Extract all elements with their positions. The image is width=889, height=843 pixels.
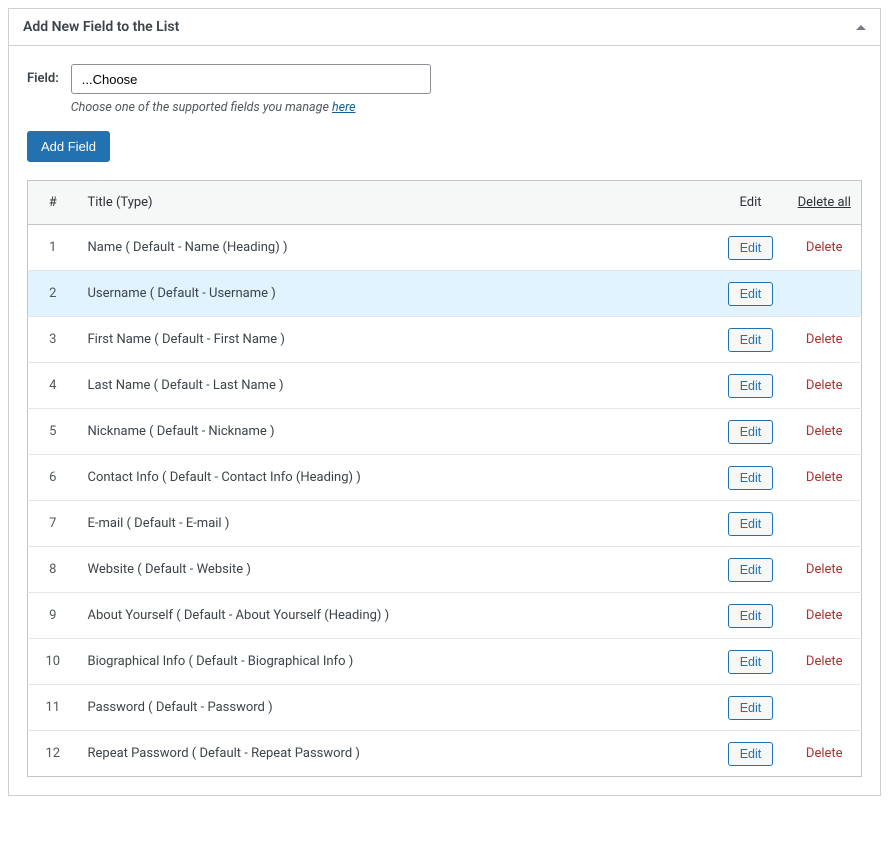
table-row: 5Nickname ( Default - Nickname ) Edit Dele… (28, 409, 862, 455)
row-edit-cell: Edit (714, 455, 788, 501)
delete-link[interactable]: Delete (806, 654, 843, 669)
row-edit-cell: Edit (714, 363, 788, 409)
row-edit-cell: Edit (714, 547, 788, 593)
field-label: Field: (27, 64, 59, 86)
row-edit-cell: Edit (714, 685, 788, 731)
field-selector-row: Field: ...Choose Choose one of the suppo… (27, 64, 862, 115)
row-delete-cell (788, 685, 862, 731)
row-delete-cell (788, 271, 862, 317)
field-select[interactable]: ...Choose (71, 64, 431, 94)
chevron-up-icon (856, 25, 866, 30)
field-hint: Choose one of the supported fields you m… (71, 100, 431, 115)
row-number: 12 (28, 731, 78, 777)
row-delete-cell: Delete (788, 363, 862, 409)
delete-link[interactable]: Delete (806, 746, 843, 761)
table-row: 10Biographical Info ( Default - Biograph… (28, 639, 862, 685)
panel-title: Add New Field to the List (23, 19, 179, 35)
row-delete-cell: Delete (788, 225, 862, 271)
edit-button[interactable]: Edit (728, 328, 774, 352)
row-number: 3 (28, 317, 78, 363)
row-number: 7 (28, 501, 78, 547)
row-title: Repeat Password ( Default - Repeat Passw… (78, 731, 714, 777)
header-delete-all[interactable]: Delete all (788, 181, 862, 225)
panel-body: Field: ...Choose Choose one of the suppo… (9, 46, 880, 795)
delete-link[interactable]: Delete (806, 470, 843, 485)
row-number: 4 (28, 363, 78, 409)
row-delete-cell: Delete (788, 317, 862, 363)
row-title: Nickname ( Default - Nickname ) (78, 409, 714, 455)
fields-table: # Title (Type) Edit Delete all 1Name ( D… (27, 180, 862, 777)
row-number: 2 (28, 271, 78, 317)
edit-button[interactable]: Edit (728, 512, 774, 536)
table-row: 1Name ( Default - Name (Heading) ) Edit De… (28, 225, 862, 271)
row-delete-cell: Delete (788, 593, 862, 639)
edit-button[interactable]: Edit (728, 604, 774, 628)
row-number: 11 (28, 685, 78, 731)
delete-link[interactable]: Delete (806, 424, 843, 439)
table-row: 3First Name ( Default - First Name ) Edit… (28, 317, 862, 363)
row-title: Password ( Default - Password ) (78, 685, 714, 731)
row-edit-cell: Edit (714, 271, 788, 317)
row-edit-cell: Edit (714, 225, 788, 271)
table-row: 9About Yourself ( Default - About Yourse… (28, 593, 862, 639)
row-title: Biographical Info ( Default - Biographic… (78, 639, 714, 685)
edit-button[interactable]: Edit (728, 558, 774, 582)
row-number: 10 (28, 639, 78, 685)
row-delete-cell (788, 501, 862, 547)
table-row: 6Contact Info ( Default - Contact Info (… (28, 455, 862, 501)
row-number: 1 (28, 225, 78, 271)
table-row: 11Password ( Default - Password ) Edit (28, 685, 862, 731)
row-title: E-mail ( Default - E-mail ) (78, 501, 714, 547)
row-title: Contact Info ( Default - Contact Info (H… (78, 455, 714, 501)
row-delete-cell: Delete (788, 455, 862, 501)
row-title: About Yourself ( Default - About Yoursel… (78, 593, 714, 639)
row-edit-cell: Edit (714, 317, 788, 363)
row-delete-cell: Delete (788, 731, 862, 777)
row-edit-cell: Edit (714, 593, 788, 639)
header-edit: Edit (714, 181, 788, 225)
table-row: 8Website ( Default - Website ) Edit Delete (28, 547, 862, 593)
header-num: # (28, 181, 78, 225)
row-delete-cell: Delete (788, 639, 862, 685)
edit-button[interactable]: Edit (728, 282, 774, 306)
row-title: Username ( Default - Username ) (78, 271, 714, 317)
row-edit-cell: Edit (714, 409, 788, 455)
table-row: 7E-mail ( Default - E-mail ) Edit (28, 501, 862, 547)
header-title: Title (Type) (78, 181, 714, 225)
row-edit-cell: Edit (714, 731, 788, 777)
table-row: 4Last Name ( Default - Last Name ) Edit De… (28, 363, 862, 409)
edit-button[interactable]: Edit (728, 742, 774, 766)
table-row: 12Repeat Password ( Default - Repeat Pas… (28, 731, 862, 777)
add-field-panel: Add New Field to the List Field: ...Choo… (8, 8, 881, 796)
hint-text: Choose one of the supported fields you m… (71, 100, 332, 115)
add-field-button[interactable]: Add Field (27, 131, 110, 162)
edit-button[interactable]: Edit (728, 236, 774, 260)
hint-link[interactable]: here (332, 100, 356, 115)
delete-link[interactable]: Delete (806, 240, 843, 255)
edit-button[interactable]: Edit (728, 420, 774, 444)
table-row: 2Username ( Default - Username ) Edit (28, 271, 862, 317)
delete-link[interactable]: Delete (806, 332, 843, 347)
delete-link[interactable]: Delete (806, 378, 843, 393)
row-number: 6 (28, 455, 78, 501)
row-delete-cell: Delete (788, 547, 862, 593)
row-title: Website ( Default - Website ) (78, 547, 714, 593)
row-title: Last Name ( Default - Last Name ) (78, 363, 714, 409)
row-edit-cell: Edit (714, 639, 788, 685)
edit-button[interactable]: Edit (728, 696, 774, 720)
row-title: First Name ( Default - First Name ) (78, 317, 714, 363)
panel-header[interactable]: Add New Field to the List (9, 9, 880, 46)
row-title: Name ( Default - Name (Heading) ) (78, 225, 714, 271)
row-edit-cell: Edit (714, 501, 788, 547)
row-number: 5 (28, 409, 78, 455)
delete-link[interactable]: Delete (806, 608, 843, 623)
row-delete-cell: Delete (788, 409, 862, 455)
edit-button[interactable]: Edit (728, 466, 774, 490)
edit-button[interactable]: Edit (728, 650, 774, 674)
row-number: 9 (28, 593, 78, 639)
row-number: 8 (28, 547, 78, 593)
delete-link[interactable]: Delete (806, 562, 843, 577)
edit-button[interactable]: Edit (728, 374, 774, 398)
